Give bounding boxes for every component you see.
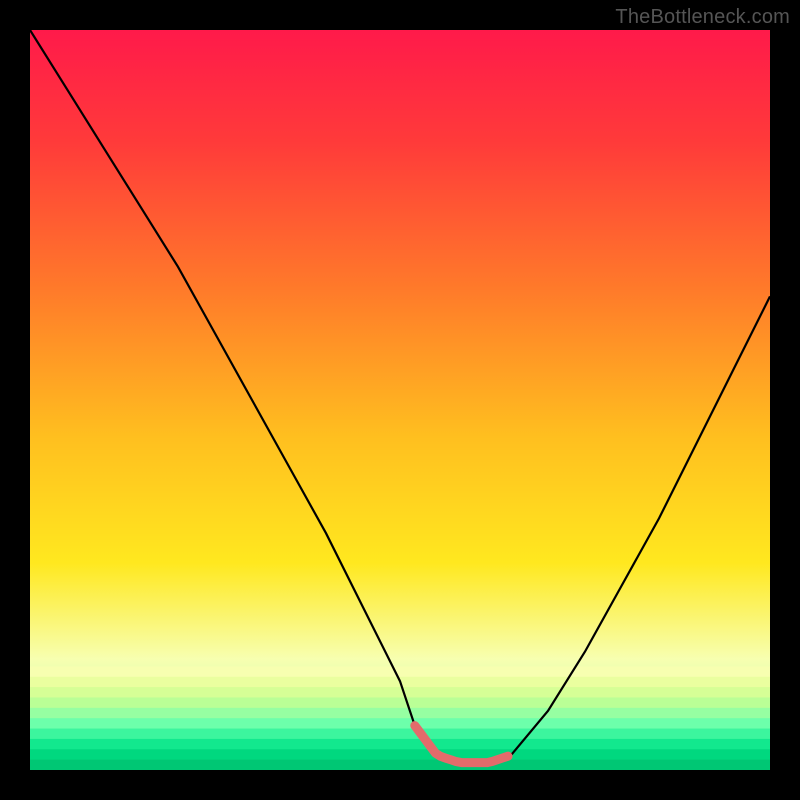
chart-background xyxy=(30,30,770,770)
chart-container xyxy=(30,30,770,770)
watermark: TheBottleneck.com xyxy=(615,6,790,29)
bottleneck-chart xyxy=(30,30,770,770)
